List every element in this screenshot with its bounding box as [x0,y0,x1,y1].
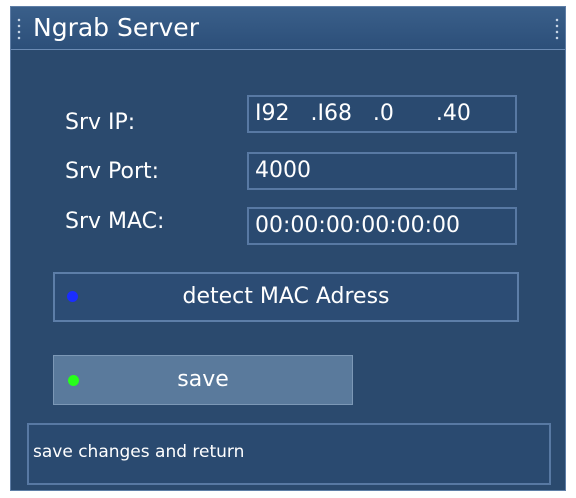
blue-key-icon [67,291,78,302]
srv-ip-field[interactable]: I92 .I68 .0 .40 [247,95,517,133]
ngrab-server-window: Ngrab Server Srv IP: I92 .I68 .0 .40 Srv… [10,6,566,491]
srv-port-label: Srv Port: [65,159,160,184]
srv-ip-label: Srv IP: [65,110,136,135]
save-button[interactable]: save [53,355,353,405]
grip-right-icon [555,17,559,41]
detect-mac-button[interactable]: detect MAC Adress [53,272,519,322]
window-title: Ngrab Server [33,13,199,42]
srv-mac-label: Srv MAC: [65,209,165,234]
detect-mac-label: detect MAC Adress [182,284,390,309]
status-bar: save changes and return [27,423,551,485]
srv-port-field[interactable]: 4000 [247,152,517,190]
srv-mac-field[interactable]: 00:00:00:00:00:00 [247,207,517,245]
status-text: save changes and return [33,442,245,462]
save-label: save [177,367,229,392]
grip-left-icon [17,17,21,41]
green-key-icon [68,375,79,386]
title-bar: Ngrab Server [11,7,565,50]
